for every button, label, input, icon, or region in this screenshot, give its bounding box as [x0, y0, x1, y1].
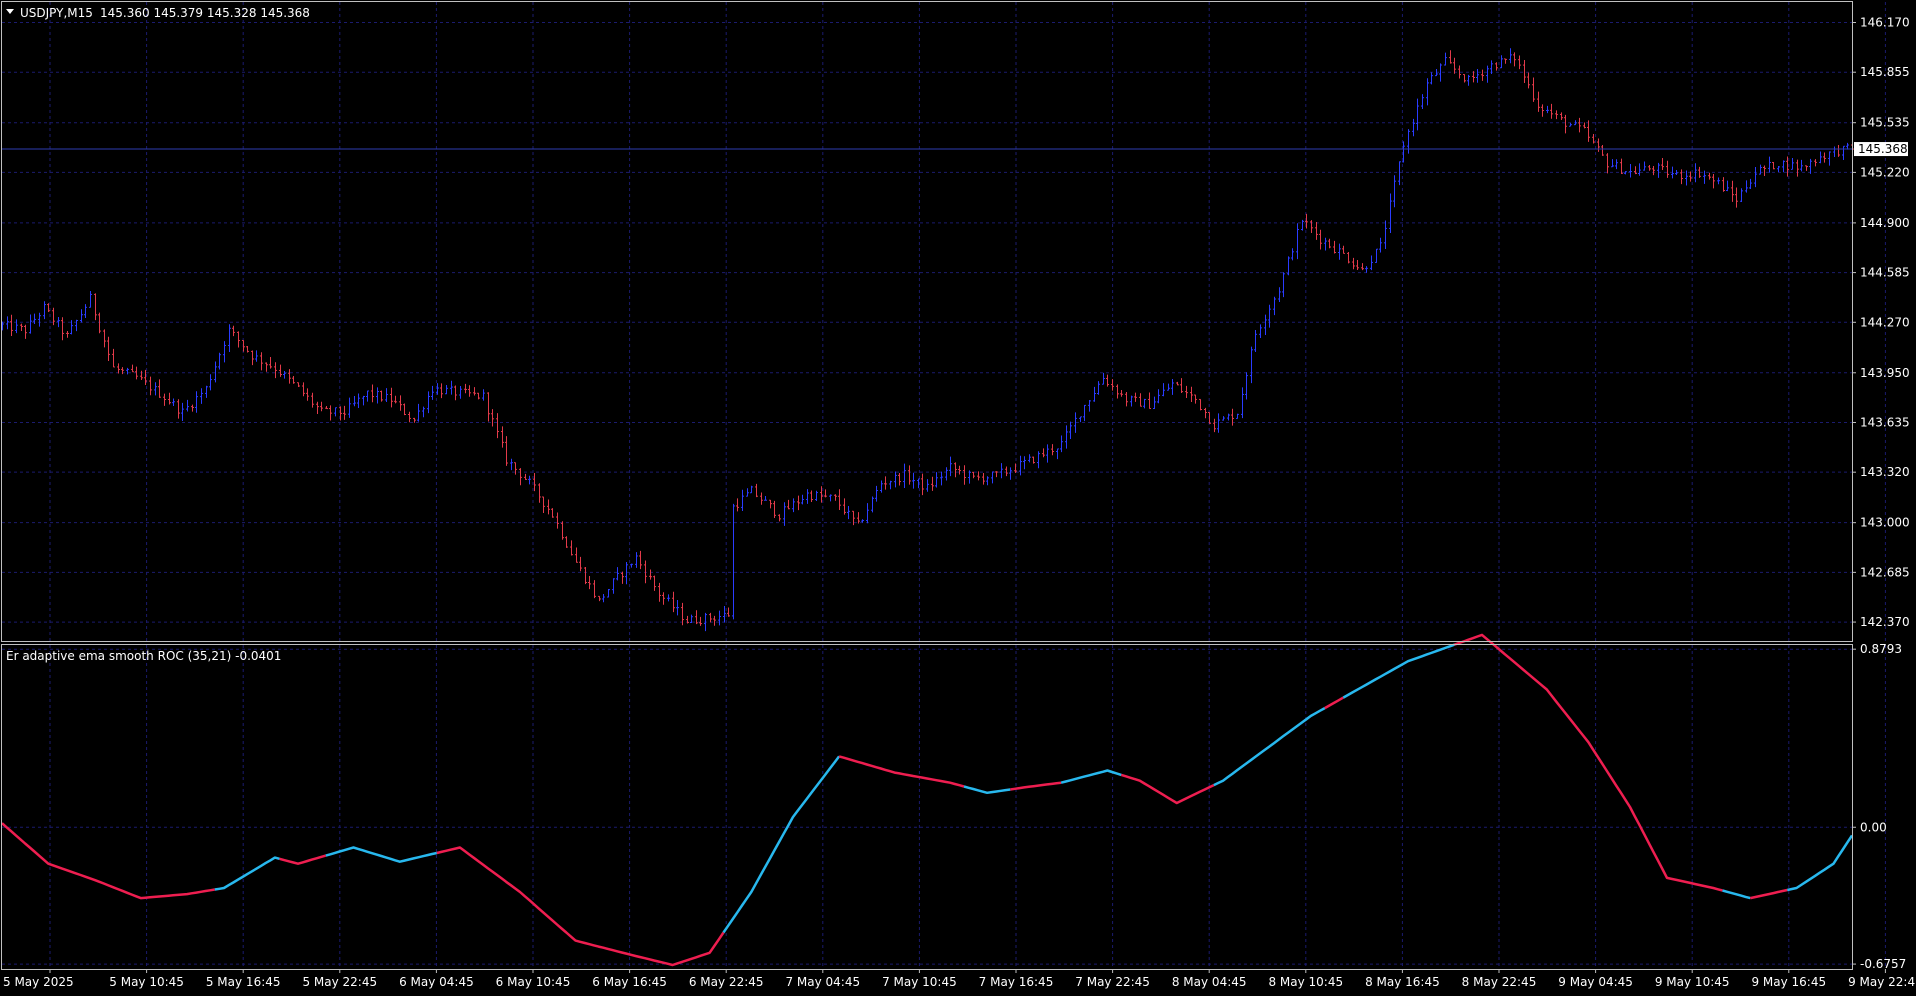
price-tick-label: 144.585: [1860, 266, 1910, 280]
time-tick-label: 7 May 04:45: [785, 975, 860, 989]
indicator-title: Er adaptive ema smooth ROC (35,21) -0.04…: [6, 649, 281, 663]
price-tick-label: 143.320: [1860, 465, 1910, 479]
current-price-marker: 145.368: [1854, 142, 1908, 157]
indicator-tick-label: 0.00: [1860, 820, 1887, 834]
time-tick-label: 9 May 10:45: [1655, 975, 1730, 989]
indicator-tick-label: 0.8793: [1860, 642, 1902, 656]
indicator-tick-label: -0.6757: [1860, 957, 1906, 971]
time-tick-label: 5 May 10:45: [109, 975, 184, 989]
time-tick-label: 8 May 04:45: [1172, 975, 1247, 989]
price-tick-label: 143.635: [1860, 415, 1910, 429]
time-tick-label: 8 May 16:45: [1365, 975, 1440, 989]
price-tick-label: 144.270: [1860, 315, 1910, 329]
time-tick-label: 9 May 16:45: [1751, 975, 1826, 989]
price-tick-label: 143.950: [1860, 366, 1910, 380]
symbol-title: USDJPY,M15: [20, 6, 93, 20]
price-tick-label: 146.170: [1860, 16, 1910, 30]
time-tick-label: 7 May 16:45: [979, 975, 1054, 989]
time-tick-label: 5 May 22:45: [302, 975, 377, 989]
time-tick-label: 6 May 10:45: [496, 975, 571, 989]
time-tick-label: 9 May 04:45: [1558, 975, 1633, 989]
time-tick-label: 9 May 22:45: [1848, 975, 1916, 989]
time-tick-label: 5 May 2025: [3, 975, 74, 989]
price-tick-label: 143.000: [1860, 516, 1910, 530]
price-tick-label: 145.220: [1860, 165, 1910, 179]
trading-chart[interactable]: 146.170 145.855 145.535 145.220 144.900 144.5…: [0, 0, 1916, 996]
time-tick-label: 8 May 10:45: [1268, 975, 1343, 989]
price-tick-label: 142.685: [1860, 565, 1910, 579]
time-tick-label: 6 May 22:45: [689, 975, 764, 989]
price-tick-label: 145.535: [1860, 116, 1910, 130]
time-tick-label: 6 May 04:45: [399, 975, 474, 989]
price-tick-label: 145.855: [1860, 65, 1910, 79]
time-tick-label: 8 May 22:45: [1462, 975, 1537, 989]
price-tick-label: 144.900: [1860, 216, 1910, 230]
price-tick-label: 142.370: [1860, 615, 1910, 629]
time-tick-label: 5 May 16:45: [206, 975, 281, 989]
time-tick-label: 7 May 10:45: [882, 975, 957, 989]
price-marker-label: 145.368: [1858, 142, 1908, 156]
symbol-header: USDJPY,M15 145.360 145.379 145.328 145.3…: [6, 6, 310, 20]
time-tick-label: 6 May 16:45: [592, 975, 667, 989]
time-tick-label: 7 May 22:45: [1075, 975, 1150, 989]
ohlc-readout: 145.360 145.379 145.328 145.368: [100, 6, 310, 20]
